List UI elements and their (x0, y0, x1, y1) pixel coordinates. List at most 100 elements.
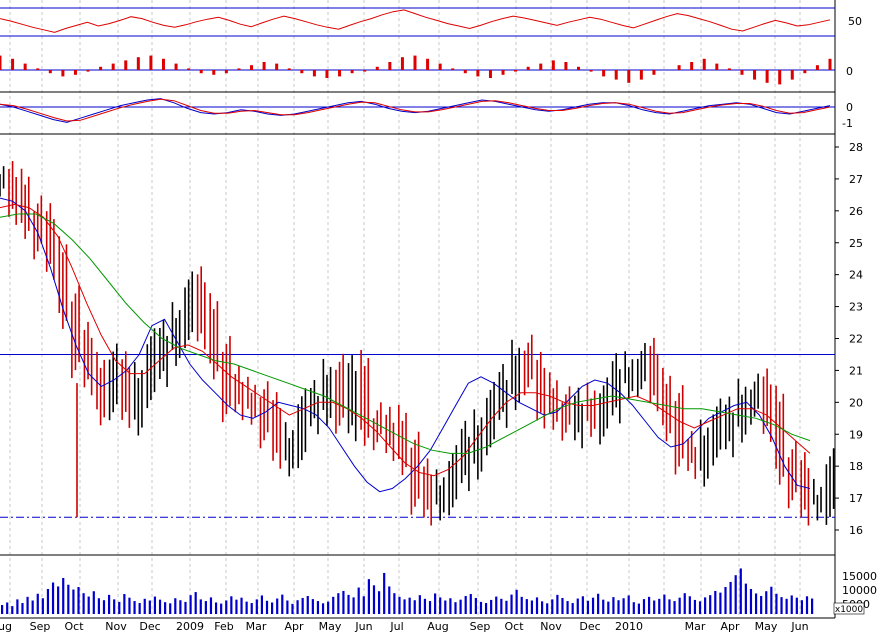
volume-bar (271, 602, 274, 614)
volume-bar (546, 603, 549, 614)
volume-bar (352, 597, 355, 614)
hist-bar (501, 70, 505, 75)
volume-bar (240, 597, 243, 614)
volume-bar (199, 599, 202, 614)
volume-bar (683, 593, 686, 614)
volume-bar (647, 596, 651, 614)
volume-bar (383, 572, 386, 614)
hist-bar (86, 70, 90, 72)
volume-bar (107, 594, 111, 614)
volume-bar (169, 603, 172, 614)
volume-bar (276, 598, 279, 614)
x-tick-label: Mar (685, 620, 706, 632)
volume-bar (6, 602, 9, 614)
volume-bar (128, 597, 131, 614)
volume-bar (668, 599, 671, 614)
x-tick-label: 2010 (615, 620, 643, 632)
volume-bar (642, 599, 646, 614)
hist-bar (576, 66, 580, 70)
volume-bar (423, 598, 427, 614)
volume-bar (281, 594, 284, 614)
x-tick-label: Feb (214, 620, 233, 632)
volume-bar (597, 593, 600, 614)
volume-bar (225, 600, 228, 614)
volume-bar (439, 597, 442, 614)
hist-bar (350, 70, 354, 74)
volume-bar (622, 598, 625, 614)
volume-bar (490, 599, 493, 614)
hist-bar (262, 62, 266, 70)
volume-bar (393, 593, 396, 614)
hist-bar (476, 70, 480, 77)
volume-bar (505, 600, 508, 614)
volume-bar (428, 601, 432, 614)
volume-bar (286, 600, 289, 614)
price-tick-label: 18 (849, 460, 863, 473)
x-tick-label: 2009 (176, 620, 204, 632)
volume-bar (332, 596, 335, 614)
volume-bar (347, 594, 350, 614)
volume-bar (469, 594, 472, 614)
volume-bar (296, 600, 299, 614)
hist-bar (639, 70, 643, 80)
x-tick-label: Jun (790, 620, 808, 632)
hist-bar (765, 70, 769, 83)
x-tick-label: Nov (540, 620, 562, 632)
volume-bar (525, 599, 528, 614)
volume-bar (444, 600, 447, 614)
volume-bar (739, 568, 742, 614)
hist-bar (551, 60, 555, 70)
hist-bar (753, 70, 757, 80)
hist-bar (224, 70, 228, 74)
volume-bar (693, 599, 697, 614)
volume-bar (377, 591, 381, 614)
volume-bar (209, 597, 213, 614)
volume-bar (617, 600, 620, 614)
volume-bar (535, 597, 539, 614)
hist-bar (803, 70, 807, 74)
hist-bar (539, 63, 543, 70)
stock-chart: ug Sep Oct Nov Dec 2009 Feb Mar Apr May Jun Jul Aug S… (0, 0, 883, 632)
volume-bar (719, 592, 722, 614)
macd-tick-label: -1 (842, 117, 853, 130)
volume-bar (67, 584, 70, 614)
hist-bar (99, 66, 103, 70)
hist-bar (212, 70, 216, 75)
volume-bar (510, 594, 513, 614)
volume-bar (459, 599, 462, 614)
hist-bar (250, 65, 254, 70)
hist-bar (111, 63, 115, 70)
volume-bar (591, 597, 595, 614)
volume-bar (87, 596, 90, 614)
hist-bar (815, 65, 819, 70)
hist-bar (727, 68, 731, 70)
x-tick-label: Dec (579, 620, 600, 632)
hist-bar (627, 70, 631, 83)
volume-bar (754, 593, 758, 614)
volume-bar (484, 603, 488, 614)
volume-bar (388, 586, 391, 614)
volume-bar (148, 600, 151, 614)
hist-bar (36, 68, 40, 70)
volume-bar (311, 599, 314, 614)
x-tick-label: Sep (30, 620, 51, 632)
volume-bar (811, 598, 814, 614)
x-tick-label: Dec (139, 620, 160, 632)
x-tick-label: ug (0, 620, 12, 632)
price-tick-label: 22 (849, 333, 863, 346)
hist-bar (312, 70, 316, 77)
volume-bar (709, 595, 712, 614)
price-tick-label: 17 (849, 492, 863, 505)
volume-bar (255, 599, 258, 614)
hist-bar (73, 70, 77, 75)
volume-bar (11, 606, 14, 614)
macd-tick-label: 0 (846, 101, 853, 114)
volume-bar (174, 598, 177, 614)
price-tick-label: 20 (849, 396, 863, 409)
hist-bar (174, 63, 178, 70)
volume-bar (805, 596, 809, 614)
price-tick-label: 21 (849, 364, 863, 377)
volume-bar (500, 598, 503, 614)
volume-bar (571, 603, 574, 614)
volume-bar (31, 600, 34, 614)
